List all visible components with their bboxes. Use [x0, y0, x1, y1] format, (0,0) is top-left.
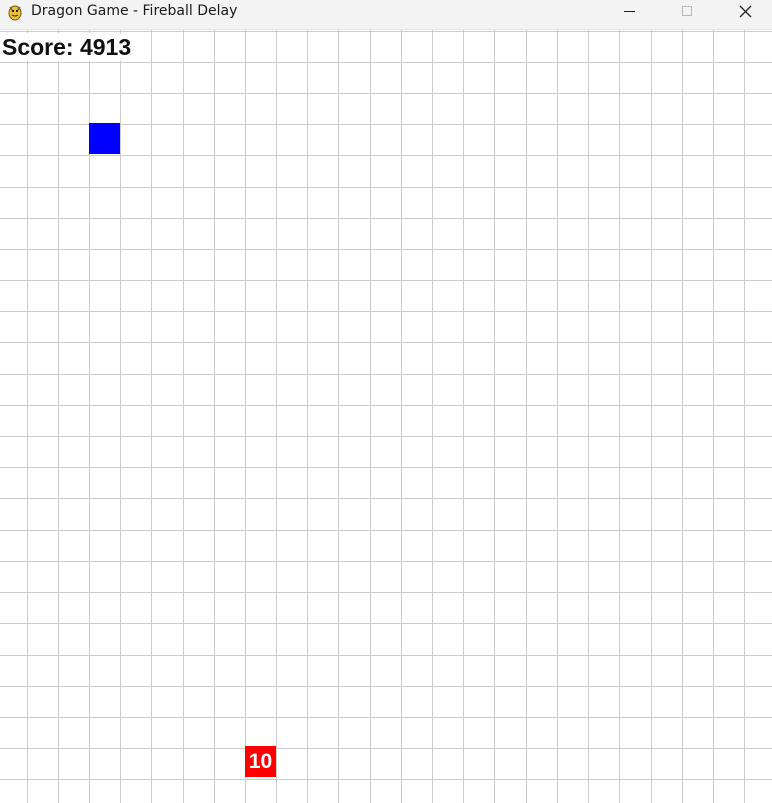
maximize-icon — [682, 6, 692, 16]
title-bar[interactable]: Dragon Game - Fireball Delay — [0, 0, 772, 30]
minimize-button[interactable] — [600, 0, 658, 22]
game-window: Dragon Game - Fireball Delay 10 Score: 4… — [0, 0, 772, 803]
game-canvas[interactable]: 10 Score: 4913 — [0, 30, 772, 803]
player-block — [89, 123, 120, 154]
close-icon — [739, 5, 751, 17]
pygame-snake-icon — [8, 5, 22, 21]
window-title: Dragon Game - Fireball Delay — [31, 3, 238, 19]
maximize-button[interactable] — [658, 0, 716, 22]
fireball-delay-counter: 10 — [248, 750, 273, 773]
close-button[interactable] — [716, 0, 772, 22]
minimize-icon — [623, 10, 635, 12]
fireball-block: 10 — [245, 746, 276, 777]
score-display: Score: 4913 — [2, 33, 134, 61]
